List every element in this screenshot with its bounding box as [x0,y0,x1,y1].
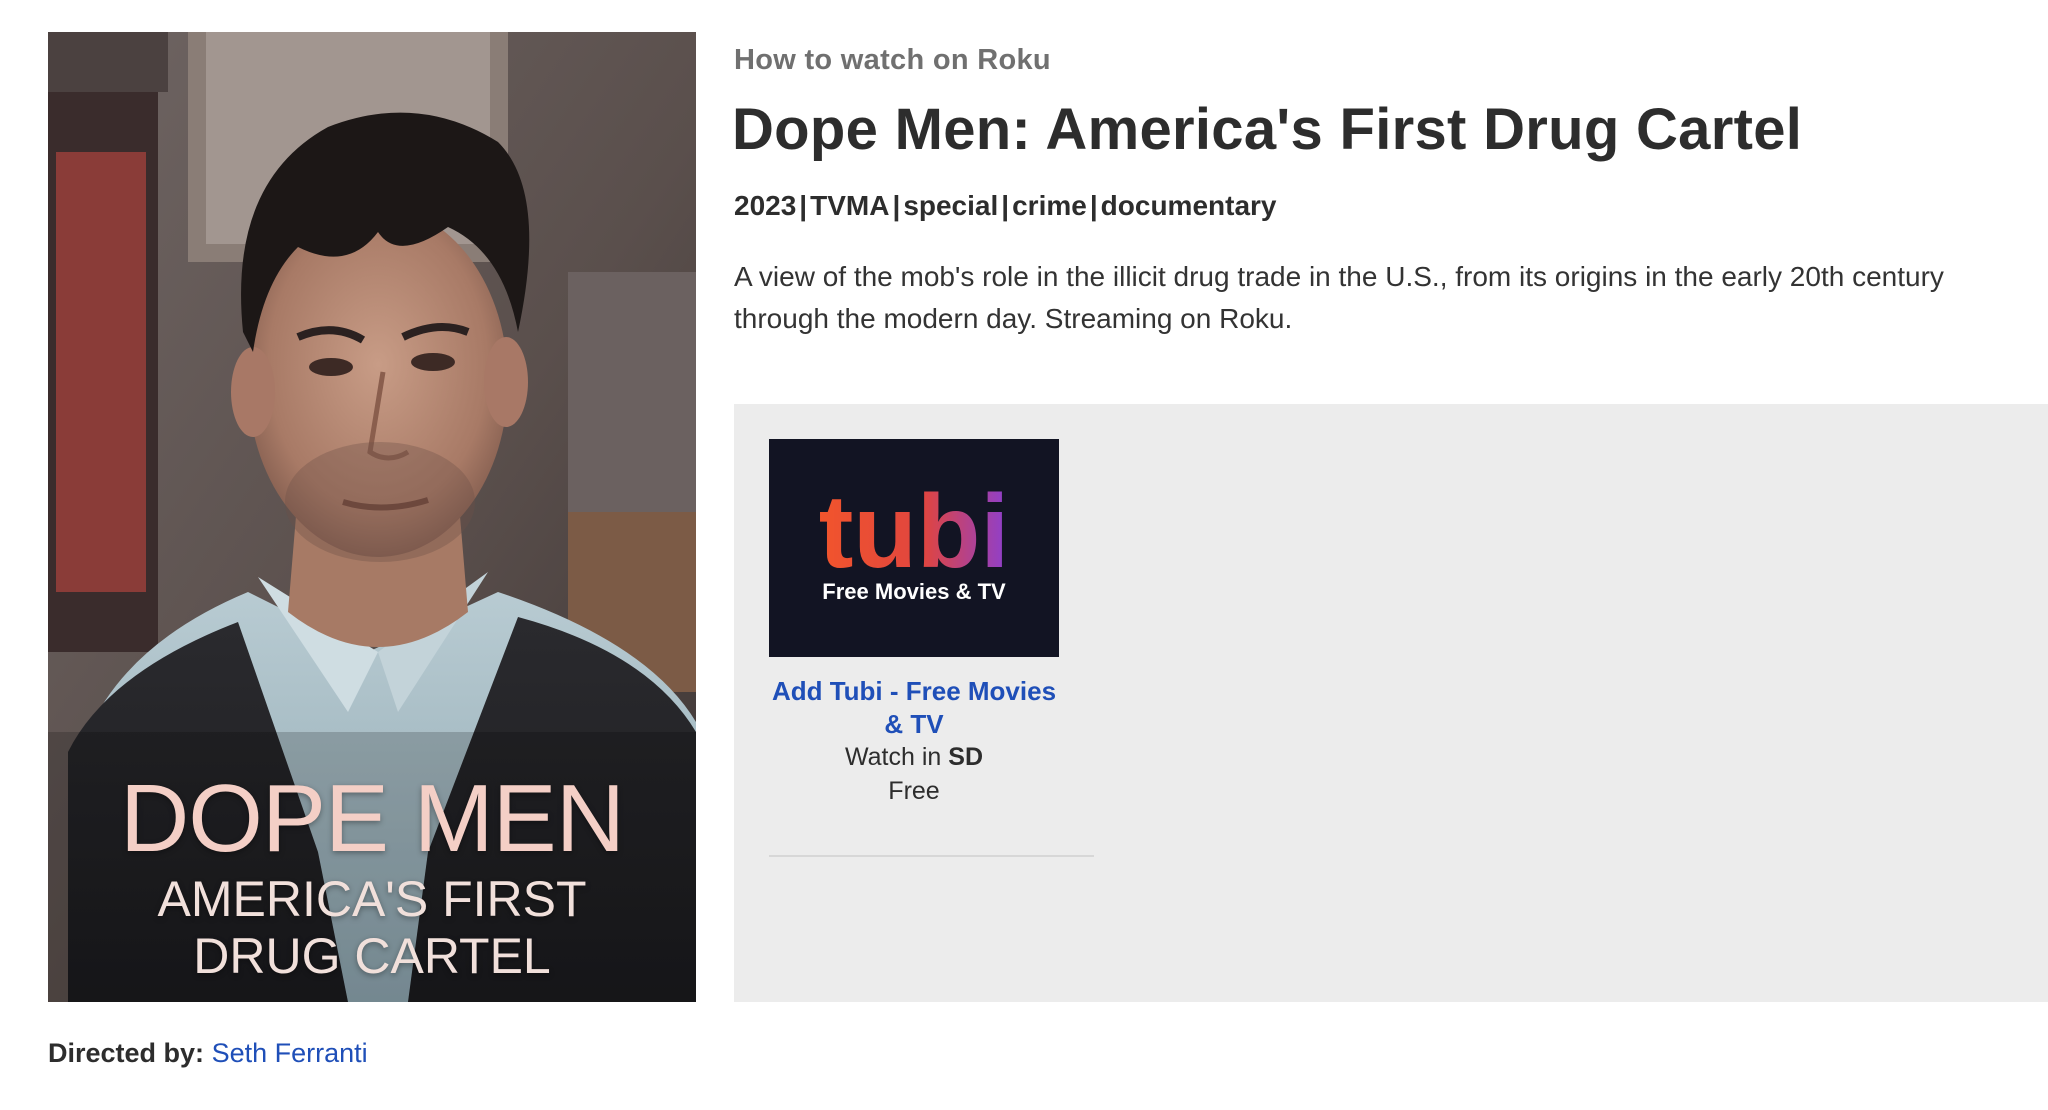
director-link[interactable]: Seth Ferranti [212,1038,368,1068]
director-label: Directed by: [48,1038,205,1068]
meta-rating: TVMA [810,190,890,221]
movie-poster[interactable]: DOPE MEN AMERICA'S FIRST DRUG CARTEL [48,32,696,1002]
provider-quality: Watch in SD [769,743,1059,772]
page-title: Dope Men: America's First Drug Cartel [732,97,1803,162]
add-tubi-link[interactable]: Add Tubi - Free Movies & TV [769,675,1059,741]
metadata-row: 2023 | TVMA | special | crime | documentary [734,190,1277,222]
quality-value: SD [948,743,983,771]
providers-panel: tubi Free Movies & TV Add Tubi - Free Mo… [734,404,2048,1002]
quality-prefix: Watch in [844,743,942,771]
tubi-tagline: Free Movies & TV [822,579,1006,604]
meta-separator: | [799,190,808,221]
poster-subtitle-line-1: AMERICA'S FIRST [157,871,587,927]
meta-genre: documentary [1100,190,1277,221]
provider-card-tubi: tubi Free Movies & TV Add Tubi - Free Mo… [769,439,1094,857]
meta-separator: | [1089,190,1098,221]
provider-price: Free [888,777,940,805]
meta-genre: crime [1012,190,1087,221]
meta-year: 2023 [734,190,797,221]
poster-title: DOPE MEN [119,765,625,872]
description: A view of the mob's role in the illicit … [734,261,1944,334]
movie-detail-page: DOPE MEN AMERICA'S FIRST DRUG CARTEL Dir… [0,0,2048,1110]
eyebrow-label: How to watch on Roku [734,44,1051,76]
tubi-wordmark-icon: tubi [819,474,1010,590]
tubi-wordmark: tubi [819,474,1010,590]
meta-separator: | [892,190,901,221]
meta-type: special [903,190,999,221]
director-credit: Directed by: Seth Ferranti [48,1038,368,1069]
poster-subtitle-line-2: DRUG CARTEL [193,928,551,984]
meta-separator: | [1001,190,1010,221]
tubi-logo[interactable]: tubi Free Movies & TV [769,439,1059,657]
